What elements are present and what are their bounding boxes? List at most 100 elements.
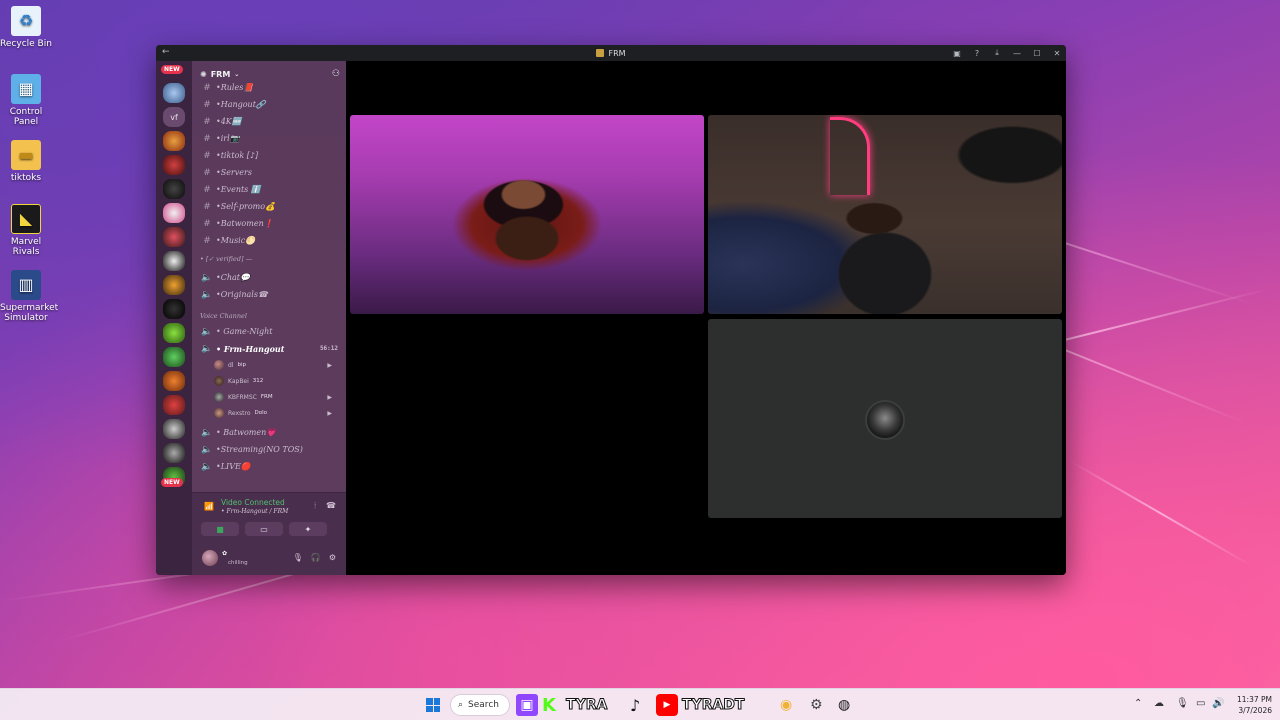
desktop-icon-control-panel[interactable]: ▦ Control Panel: [0, 74, 52, 127]
activities-button[interactable]: ✦: [289, 522, 327, 536]
server-icon[interactable]: [163, 371, 185, 391]
disconnect-icon[interactable]: ☎: [326, 501, 336, 511]
voice-user[interactable]: KBFRMSC FRM ▶: [214, 390, 338, 404]
speaker-icon: 🔈: [201, 444, 213, 455]
channel-irl[interactable]: # •irl📷: [200, 132, 340, 145]
channel-originals[interactable]: 🔈 •Originals☎: [200, 288, 340, 301]
user-status-text[interactable]: chilling: [228, 560, 248, 566]
channel-streaming[interactable]: 🔈 •Streaming(NO TOS): [200, 443, 340, 456]
start-button[interactable]: [426, 698, 440, 712]
settings-icon[interactable]: ⚙: [810, 694, 823, 716]
avatar[interactable]: [202, 550, 218, 566]
server-icon[interactable]: vf: [163, 107, 185, 127]
channel-events[interactable]: # •Events ℹ️: [200, 183, 340, 196]
video-tile-user[interactable]: [708, 115, 1062, 314]
channel-game-night[interactable]: 🔈 • Game-Night: [200, 325, 340, 338]
search-icon: ⌕: [458, 700, 464, 710]
server-header[interactable]: ✺ FRM ⌄ ⚇: [200, 68, 340, 80]
chevron-up-icon[interactable]: ⌃: [1134, 698, 1142, 709]
channel-hangout[interactable]: # •Hangout🔗: [200, 98, 340, 111]
voice-user[interactable]: dl bip ▶: [214, 358, 338, 372]
obs-icon[interactable]: ◍: [838, 694, 850, 716]
back-arrow-icon[interactable]: ←: [162, 47, 170, 57]
voice-user[interactable]: Rexstro Dolo ▶: [214, 406, 338, 420]
voice-location[interactable]: • Frm-Hangout / FRM: [221, 508, 288, 515]
neon-light: [830, 117, 870, 195]
taskbar-app-tyra[interactable]: TYRA: [565, 694, 607, 716]
server-icon[interactable]: [163, 323, 185, 343]
channel-servers[interactable]: # •Servers: [200, 166, 340, 179]
server-icon[interactable]: [163, 131, 185, 151]
desktop-icon-recycle-bin[interactable]: ♻ Recycle Bin: [0, 6, 52, 49]
channel-rules[interactable]: # •Rules📕: [200, 81, 340, 94]
speaker-icon: 🔈: [201, 272, 213, 283]
server-icon[interactable]: [163, 179, 185, 199]
category-voice[interactable]: Voice Channel: [200, 312, 247, 320]
signal-icon[interactable]: 📶: [204, 502, 214, 511]
tiktok-icon[interactable]: ♪: [630, 694, 640, 716]
voice-status[interactable]: Video Connected: [221, 498, 285, 507]
server-icon[interactable]: [163, 275, 185, 295]
server-icon[interactable]: [163, 299, 185, 319]
new-badge: NEW: [161, 65, 183, 74]
recycle-bin-icon: ♻: [11, 6, 41, 36]
download-icon[interactable]: ⤓: [992, 48, 1002, 58]
channel-live[interactable]: 🔈 •LIVE🔴: [200, 460, 340, 473]
server-icon[interactable]: [163, 203, 185, 223]
channel-batwomen-voice[interactable]: 🔈 • Batwomen💗: [200, 426, 340, 439]
taskbar-app-tyradt[interactable]: TYRADT: [681, 694, 744, 716]
help-icon[interactable]: ?: [972, 49, 982, 58]
volume-icon[interactable]: 🔊: [1212, 698, 1224, 709]
desktop-icon-marvel-rivals[interactable]: ◣ Marvel Rivals: [0, 204, 52, 257]
video-tile-avatar[interactable]: [708, 319, 1062, 518]
video-tile-streamer[interactable]: [350, 115, 704, 314]
server-icon[interactable]: [163, 347, 185, 367]
desktop-icon-label: Control Panel: [9, 107, 43, 127]
channel-frm-hangout[interactable]: 🔈 • Frm-Hangout 56:12: [200, 342, 340, 355]
channel-4k[interactable]: # •4K🆕: [200, 115, 340, 128]
category-verified[interactable]: • [✓ verified] —: [200, 255, 252, 263]
cloud-icon[interactable]: ☁: [1154, 698, 1164, 709]
speaker-icon: 🔈: [201, 326, 213, 337]
noise-suppression-icon[interactable]: ⦙: [314, 501, 316, 511]
channel-tiktok[interactable]: # •tiktok [♪]: [200, 149, 340, 162]
voice-user[interactable]: KapBei 312: [214, 374, 338, 388]
channel-self-promo[interactable]: # •Self-promo💰: [200, 200, 340, 213]
headphones-icon[interactable]: 🎧: [311, 553, 321, 562]
settings-icon[interactable]: ⚙: [329, 553, 336, 562]
channel-music[interactable]: # •Music🌕: [200, 234, 340, 247]
hash-icon: #: [203, 184, 211, 195]
server-icon[interactable]: [163, 251, 185, 271]
youtube-icon[interactable]: ▶: [656, 694, 678, 716]
close-button[interactable]: ✕: [1052, 49, 1062, 58]
hash-icon: #: [203, 150, 211, 161]
desktop-icon-supermarket-simulator[interactable]: ▥ Supermarket Simulator: [0, 270, 58, 323]
server-icon[interactable]: [163, 227, 185, 247]
taskbar: ⌕ Search ▣ K TYRA ♪ ▶ TYRADT ◉ ⚙ ◍ ⌃ ☁ 🎙…: [0, 688, 1280, 720]
screen-share-button[interactable]: ▭: [245, 522, 283, 536]
desktop-icon-tiktoks[interactable]: ▬ tiktoks: [0, 140, 52, 183]
channel-batwomen[interactable]: # •Batwomen❗: [200, 217, 340, 230]
add-people-icon[interactable]: ⚇: [332, 69, 340, 79]
camera-button[interactable]: ■: [201, 522, 239, 536]
server-logo-icon: [596, 49, 605, 57]
server-icon[interactable]: [163, 155, 185, 175]
desktop-icon-label: Supermarket Simulator: [0, 303, 59, 323]
maximize-button[interactable]: ☐: [1032, 49, 1042, 58]
search-box[interactable]: ⌕ Search: [450, 694, 510, 716]
server-icon[interactable]: [163, 83, 185, 103]
microphone-icon[interactable]: 🎙: [293, 553, 303, 562]
microphone-icon[interactable]: 🎙: [1176, 698, 1189, 709]
kick-icon[interactable]: K: [542, 694, 556, 716]
folder-icon: ▬: [11, 140, 41, 170]
network-icon[interactable]: ▭: [1196, 698, 1205, 709]
server-icon[interactable]: [163, 419, 185, 439]
twitch-icon[interactable]: ▣: [516, 694, 538, 716]
server-icon[interactable]: [163, 443, 185, 463]
discord-icon[interactable]: ◉: [780, 694, 792, 716]
minimize-button[interactable]: —: [1012, 49, 1022, 58]
channel-chat[interactable]: 🔈 •Chat💬: [200, 271, 340, 284]
clock[interactable]: 11:37 PM 3/7/2026: [1237, 694, 1272, 716]
server-icon[interactable]: [163, 395, 185, 415]
inbox-icon[interactable]: ▣: [952, 49, 962, 58]
